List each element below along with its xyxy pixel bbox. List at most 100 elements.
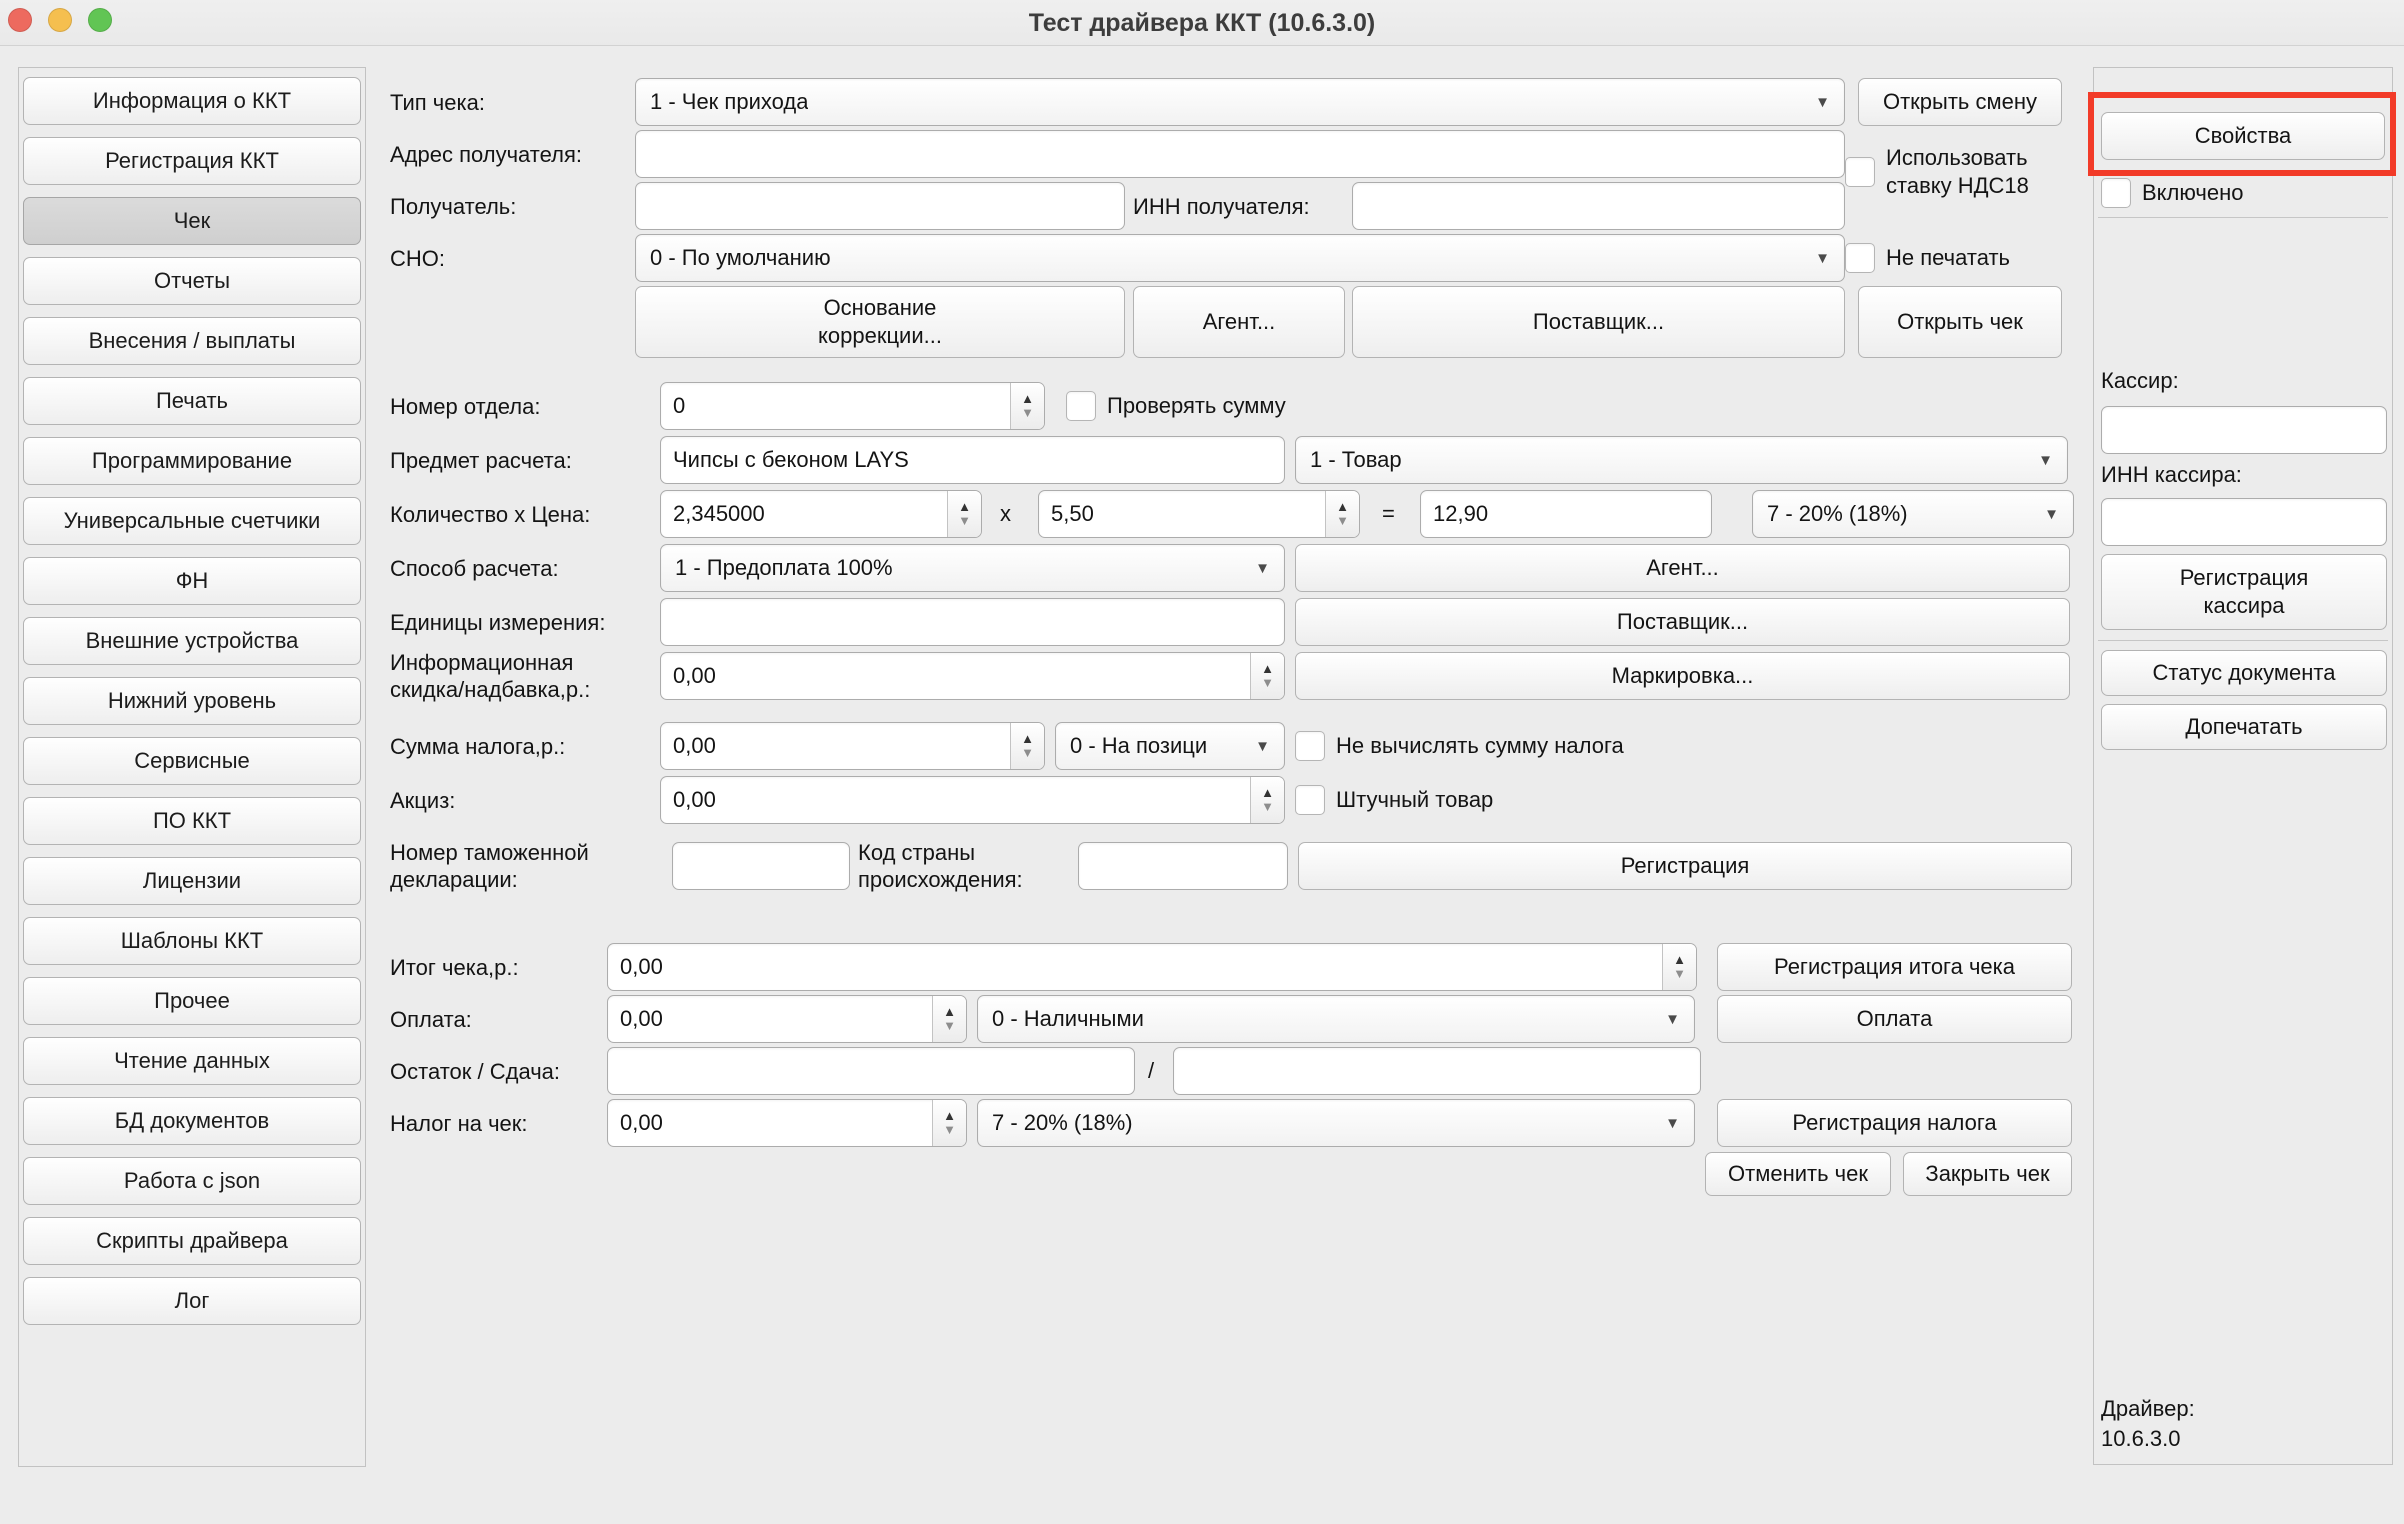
spin-down-icon[interactable]: ▼ [1261,676,1274,690]
spin-down-icon[interactable]: ▼ [943,1019,956,1033]
receipt-total-spinner[interactable]: 0,00 ▲▼ [607,943,1697,991]
document-status-button[interactable]: Статус документа [2101,650,2387,696]
spin-up-icon[interactable]: ▲ [1336,500,1349,514]
spin-down-icon[interactable]: ▼ [1021,406,1034,420]
rest-label: Остаток / Сдача: [390,1047,560,1095]
spin-down-icon[interactable]: ▼ [1261,800,1274,814]
tax-sum-spinner[interactable]: 0,00 ▲▼ [660,722,1045,770]
reprint-button[interactable]: Допечатать [2101,704,2387,750]
receipt-type-select[interactable]: 1 - Чек прихода ▼ [635,78,1845,126]
spin-up-icon[interactable]: ▲ [943,1109,956,1123]
quantity-spinner[interactable]: 2,345000 ▲▼ [660,490,982,538]
recipient-input[interactable] [635,182,1125,230]
slash-sign: / [1148,1047,1154,1095]
spin-up-icon[interactable]: ▲ [958,500,971,514]
enabled-checkbox[interactable] [2101,178,2131,208]
spin-down-icon[interactable]: ▼ [1673,967,1686,981]
dropdown-arrow-icon: ▼ [2044,506,2059,523]
tax-mode-select[interactable]: 0 - На позици ▼ [1055,722,1285,770]
correction-basis-button[interactable]: Основание коррекции... [635,286,1125,358]
payment-type-select[interactable]: 0 - Наличными ▼ [977,995,1695,1043]
sno-label: СНО: [390,234,445,282]
sno-select[interactable]: 0 - По умолчанию ▼ [635,234,1845,282]
use-vat18-checkbox[interactable] [1845,157,1875,187]
discount-spinner[interactable]: 0,00 ▲▼ [660,652,1285,700]
discount-value: 0,00 [661,663,1250,689]
cashier-inn-input[interactable] [2101,498,2387,546]
correction-basis-label: Основание коррекции... [770,294,990,350]
rest-input[interactable] [607,1047,1135,1095]
subject-label: Предмет расчета: [390,436,572,484]
use-vat18-label: Использовать ставку НДС18 [1886,144,2080,200]
receipt-total-label: Итог чека,р.: [390,943,519,991]
quantity-value: 2,345000 [661,501,947,527]
payment-button[interactable]: Оплата [1717,995,2072,1043]
driver-version: 10.6.3.0 [2101,1424,2195,1454]
spin-down-icon[interactable]: ▼ [958,514,971,528]
equals-sign: = [1382,490,1395,538]
qty-price-label: Количество х Цена: [390,490,590,538]
check-sum-checkbox-row: Проверять сумму [1066,391,1286,421]
piece-goods-checkbox-row: Штучный товар [1295,785,1493,815]
supplier-button[interactable]: Поставщик... [1295,598,2070,646]
receipt-tax-spinner[interactable]: 0,00 ▲▼ [607,1099,967,1147]
excise-spinner[interactable]: 0,00 ▲▼ [660,776,1285,824]
no-tax-calc-checkbox[interactable] [1295,731,1325,761]
dropdown-arrow-icon: ▼ [1815,94,1830,111]
use-vat18-checkbox-row: Использовать ставку НДС18 [1845,144,2080,200]
spin-up-icon[interactable]: ▲ [1673,953,1686,967]
subject-type-select[interactable]: 1 - Товар ▼ [1295,436,2068,484]
price-spinner[interactable]: 5,50 ▲▼ [1038,490,1360,538]
spin-up-icon[interactable]: ▲ [943,1005,956,1019]
open-receipt-button[interactable]: Открыть чек [1858,286,2062,358]
method-select[interactable]: 1 - Предоплата 100% ▼ [660,544,1285,592]
country-input[interactable] [1078,842,1288,890]
marking-button[interactable]: Маркировка... [1295,652,2070,700]
change-input[interactable] [1173,1047,1701,1095]
vat-value: 7 - 20% (18%) [1767,501,1908,527]
cashier-input[interactable] [2101,406,2387,454]
spin-down-icon[interactable]: ▼ [1336,514,1349,528]
units-input[interactable] [660,598,1285,646]
no-print-checkbox[interactable] [1845,243,1875,273]
tax-mode-value: 0 - На позици [1070,733,1207,759]
agent-button[interactable]: Агент... [1295,544,2070,592]
receipt-type-label: Тип чека: [390,78,485,126]
payment-spinner[interactable]: 0,00 ▲▼ [607,995,967,1043]
department-spinner[interactable]: 0 ▲▼ [660,382,1045,430]
spin-down-icon[interactable]: ▼ [943,1123,956,1137]
no-tax-calc-label: Не вычислять сумму налога [1336,732,1624,760]
register-tax-button[interactable]: Регистрация налога [1717,1099,2072,1147]
spin-down-icon[interactable]: ▼ [1021,746,1034,760]
divider [2098,640,2388,641]
agent-button-top[interactable]: Агент... [1133,286,1345,358]
spin-up-icon[interactable]: ▲ [1261,786,1274,800]
piece-goods-checkbox[interactable] [1295,785,1325,815]
check-sum-checkbox[interactable] [1066,391,1096,421]
customs-input[interactable] [672,842,850,890]
receipt-tax-rate-select[interactable]: 7 - 20% (18%) ▼ [977,1099,1695,1147]
spin-up-icon[interactable]: ▲ [1021,392,1034,406]
cashier-inn-label: ИНН кассира: [2101,456,2242,492]
subject-input[interactable]: Чипсы с беконом LAYS [660,436,1285,484]
registration-button[interactable]: Регистрация [1298,842,2072,890]
spin-up-icon[interactable]: ▲ [1261,662,1274,676]
recipient-address-input[interactable] [635,130,1845,178]
device-panel [2093,67,2393,1465]
dropdown-arrow-icon: ▼ [1815,250,1830,267]
no-print-label: Не печатать [1886,244,2010,272]
supplier-button-top[interactable]: Поставщик... [1352,286,1845,358]
department-value: 0 [661,393,1010,419]
department-label: Номер отдела: [390,382,540,430]
register-total-button[interactable]: Регистрация итога чека [1717,943,2072,991]
vat-select[interactable]: 7 - 20% (18%) ▼ [1752,490,2074,538]
recipient-inn-input[interactable] [1352,182,1845,230]
spin-up-icon[interactable]: ▲ [1021,732,1034,746]
position-total-input[interactable]: 12,90 [1420,490,1712,538]
open-shift-button[interactable]: Открыть смену [1858,78,2062,126]
register-cashier-button[interactable]: Регистрация кассира [2101,554,2387,630]
highlight-box [2088,92,2396,176]
excise-value: 0,00 [661,787,1250,813]
cancel-receipt-button[interactable]: Отменить чек [1705,1152,1891,1196]
close-receipt-button[interactable]: Закрыть чек [1903,1152,2072,1196]
